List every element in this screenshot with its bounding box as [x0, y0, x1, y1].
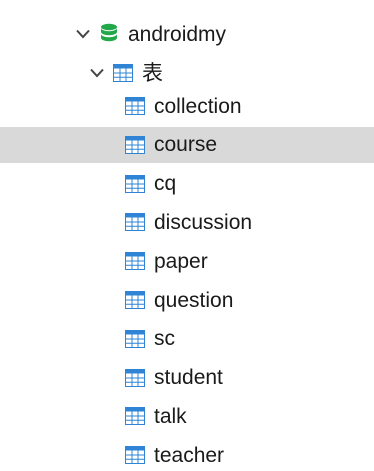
table-label: discussion [154, 210, 253, 234]
database-icon [98, 23, 120, 45]
table-label: course [154, 133, 218, 157]
table-icon [124, 405, 146, 427]
tree-node-table[interactable]: collection [0, 88, 374, 124]
tree-node-table[interactable]: question [0, 282, 374, 318]
chevron-down-icon[interactable] [88, 64, 106, 82]
tree-node-table[interactable]: teacher [0, 437, 374, 471]
chevron-down-icon[interactable] [74, 25, 92, 43]
tree-node-table[interactable]: paper [0, 243, 374, 279]
tree-node-table[interactable]: cq [0, 166, 374, 202]
navigator-tree: androidmy 表 collection course cq discussion… [0, 0, 374, 471]
tree-node-table[interactable]: student [0, 360, 374, 396]
tree-node-table[interactable]: sc [0, 321, 374, 357]
table-icon [112, 62, 134, 84]
table-label: collection [154, 94, 242, 118]
table-icon [124, 134, 146, 156]
table-icon [124, 444, 146, 466]
database-label: androidmy [128, 22, 227, 46]
table-icon [124, 367, 146, 389]
table-label: paper [154, 249, 208, 273]
table-icon [124, 95, 146, 117]
table-label: cq [154, 172, 177, 196]
table-label: teacher [154, 443, 225, 467]
table-label: talk [154, 404, 187, 428]
table-icon [124, 289, 146, 311]
table-icon [124, 211, 146, 233]
tree-node-database[interactable]: androidmy [0, 16, 374, 52]
tree-node-table[interactable]: talk [0, 398, 374, 434]
table-label: question [154, 288, 234, 312]
tree-node-tables-group[interactable]: 表 [0, 55, 374, 91]
table-label: sc [154, 327, 175, 351]
table-label: student [154, 366, 223, 390]
table-icon [124, 328, 146, 350]
tables-group-label: 表 [142, 61, 163, 85]
table-icon [124, 250, 146, 272]
tree-node-table[interactable]: discussion [0, 204, 374, 240]
table-icon [124, 173, 146, 195]
tree-node-table[interactable]: course [0, 126, 374, 163]
